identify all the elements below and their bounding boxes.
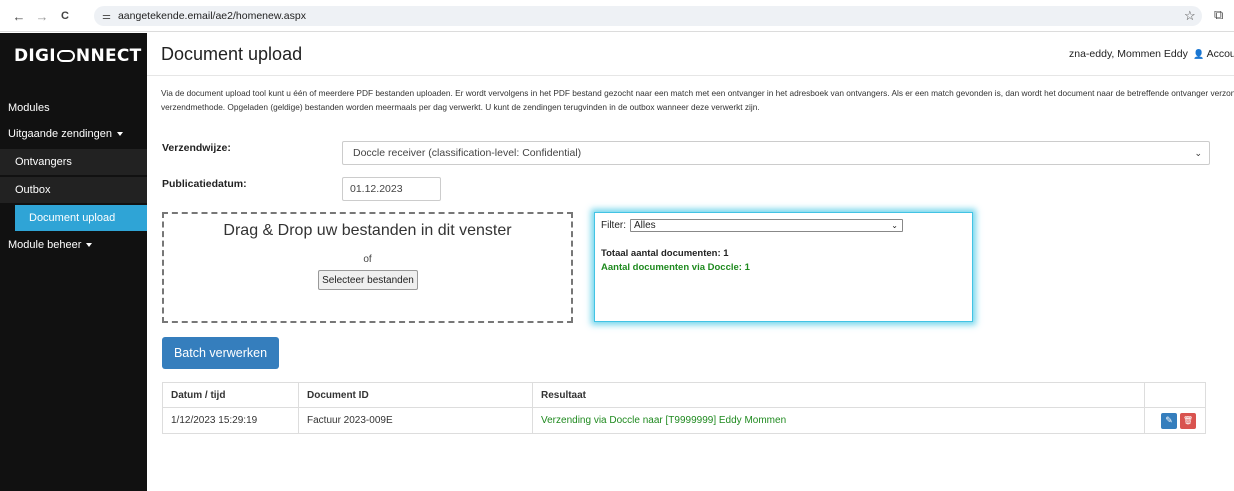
user-icon: 👤 — [1193, 49, 1205, 59]
cell-resultaat: Verzending via Doccle naar [T9999999] Ed… — [533, 408, 1145, 433]
total-documents: Totaal aantal documenten: 1 — [601, 248, 729, 259]
table-header-row: Datum / tijd Document ID Resultaat — [163, 383, 1205, 408]
header-divider — [147, 75, 1234, 76]
column-header-actions — [1145, 383, 1205, 407]
account-label: Accou — [1206, 48, 1234, 60]
browser-toolbar: ← → C ⚌ aangetekende.email/ae2/homenew.a… — [0, 0, 1234, 32]
sidebar-item-uitgaande-zendingen[interactable]: Uitgaande zendingen — [0, 121, 147, 147]
caret-down-icon — [116, 132, 123, 136]
cell-document-id: Factuur 2023-009E — [299, 408, 533, 433]
address-bar[interactable]: ⚌ aangetekende.email/ae2/homenew.aspx — [94, 6, 1202, 26]
url-text: aangetekende.email/ae2/homenew.aspx — [117, 10, 306, 22]
column-header-resultaat[interactable]: Resultaat — [533, 383, 1145, 407]
sidebar-item-document-upload[interactable]: Document upload — [15, 205, 147, 231]
column-header-datum[interactable]: Datum / tijd — [163, 383, 299, 407]
file-dropzone[interactable]: Drag & Drop uw bestanden in dit venster … — [162, 212, 573, 323]
publicatiedatum-label: Publicatiedatum: — [162, 178, 247, 190]
column-header-document-id[interactable]: Document ID — [299, 383, 533, 407]
dropzone-or: of — [363, 254, 372, 265]
edit-icon[interactable]: ✎ — [1161, 412, 1177, 429]
bookmark-star-icon[interactable]: ☆ — [1184, 8, 1196, 24]
cell-datum: 1/12/2023 15:29:19 — [163, 408, 299, 433]
cell-actions: ✎ 🗑 — [1145, 408, 1205, 433]
extensions-icon[interactable]: ⧉ — [1214, 7, 1223, 23]
caret-down-icon — [86, 243, 93, 247]
account-menu[interactable]: 👤 Accou — [1193, 48, 1234, 60]
dropzone-title: Drag & Drop uw bestanden in dit venster — [223, 222, 512, 239]
sidebar-item-modules[interactable]: Modules — [0, 95, 147, 121]
user-name[interactable]: zna-eddy, Mommen Eddy — [1069, 48, 1188, 60]
verzendwijze-label: Verzendwijze: — [162, 142, 231, 154]
documents-table: Datum / tijd Document ID Resultaat 1/12/… — [162, 382, 1206, 434]
site-settings-icon[interactable]: ⚌ — [102, 11, 111, 22]
verzendwijze-select[interactable]: Doccle receiver (classification-level: C… — [342, 141, 1210, 165]
page-title: Document upload — [161, 44, 303, 64]
delete-icon[interactable]: 🗑 — [1180, 412, 1196, 429]
intro-text: Via de document upload tool kunt u één o… — [161, 88, 1234, 112]
doccle-documents: Aantal documenten via Doccle: 1 — [601, 262, 750, 273]
logo-ring-icon — [56, 50, 75, 62]
sidebar-item-module-beheer[interactable]: Module beheer — [0, 232, 147, 258]
sidebar: DIGI NNECT Modules Uitgaande zendingen On… — [0, 33, 147, 491]
sidebar-item-outbox[interactable]: Outbox — [0, 177, 147, 203]
back-icon[interactable]: ← — [8, 5, 30, 27]
reload-icon[interactable]: C — [54, 5, 76, 27]
filter-label: Filter: — [601, 220, 626, 231]
sidebar-item-ontvangers[interactable]: Ontvangers — [0, 149, 147, 175]
chevron-down-icon: ⌄ — [1194, 148, 1202, 158]
publicatiedatum-input[interactable]: 01.12.2023 — [342, 177, 441, 201]
filter-row: Filter: Alles ⌄ — [601, 219, 903, 232]
forward-icon[interactable]: → — [31, 5, 53, 27]
chevron-down-icon: ⌄ — [891, 221, 898, 230]
table-row: 1/12/2023 15:29:19 Factuur 2023-009E Ver… — [163, 408, 1205, 433]
select-files-button[interactable]: Selecteer bestanden — [318, 270, 418, 290]
batch-process-button[interactable]: Batch verwerken — [162, 337, 279, 369]
filter-select[interactable]: Alles ⌄ — [630, 219, 903, 232]
digiconnect-logo[interactable]: DIGI NNECT — [14, 46, 142, 66]
filter-panel: Filter: Alles ⌄ Totaal aantal documenten… — [594, 212, 973, 322]
